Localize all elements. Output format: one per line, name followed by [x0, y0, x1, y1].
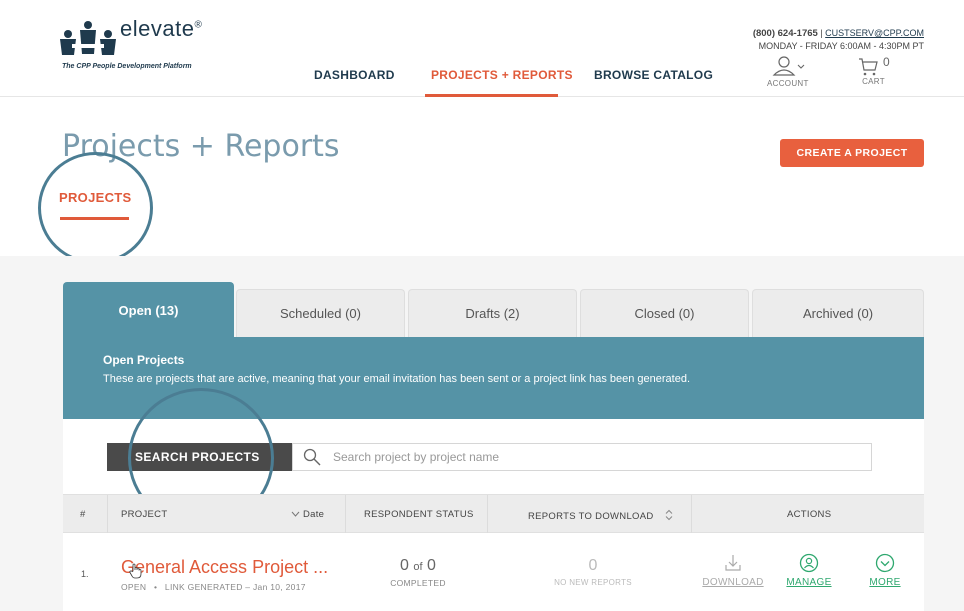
logo-wordmark: elevate®: [120, 16, 203, 41]
col-project[interactable]: PROJECT: [121, 509, 167, 520]
respondent-status: 0 of 0 COMPLETED: [368, 557, 468, 588]
tab-drafts[interactable]: Drafts (2): [408, 289, 577, 337]
contact-separator: |: [820, 28, 823, 38]
download-action[interactable]: DOWNLOAD: [699, 553, 767, 588]
cart-button[interactable]: 0 CART: [857, 55, 890, 86]
reports-label: REPORTS TO DOWNLOAD: [528, 511, 654, 522]
project-link-info: LINK GENERATED – Jan 10, 2017: [164, 582, 306, 592]
completed-count: 0: [400, 557, 409, 574]
hand-cursor-icon: [129, 563, 142, 579]
no-new-reports-label: NO NEW REPORTS: [554, 578, 632, 587]
reports-count: 0: [588, 557, 598, 574]
reports-status: 0 NO NEW REPORTS: [533, 557, 653, 587]
table-header: # PROJECT Date RESPONDENT STATUS REPORTS…: [63, 494, 924, 534]
search-field[interactable]: [292, 443, 872, 471]
people-logo-icon: [60, 21, 116, 55]
logo-tagline: The CPP People Development Platform: [62, 63, 192, 70]
manage-label: MANAGE: [786, 577, 832, 588]
cart-label: CART: [862, 77, 885, 86]
tab-open[interactable]: Open (13): [63, 282, 234, 337]
col-divider: [691, 495, 692, 534]
total-count: 0: [427, 557, 436, 574]
support-email-link[interactable]: CUSTSERV@CPP.COM: [825, 28, 924, 38]
date-label: Date: [303, 509, 325, 520]
col-actions: ACTIONS: [787, 509, 832, 520]
chevron-down-circle-icon: [875, 553, 895, 573]
support-hours: MONDAY - FRIDAY 6:00AM - 4:30PM PT: [758, 41, 924, 51]
col-divider: [107, 495, 108, 534]
cart-count: 0: [883, 55, 890, 69]
cart-icon: [859, 58, 878, 76]
highlight-circle: [38, 152, 153, 264]
account-menu[interactable]: ACCOUNT: [767, 55, 809, 88]
tab-archived[interactable]: Archived (0): [752, 289, 924, 337]
search-input[interactable]: [333, 448, 853, 466]
contact-info: (800) 624-1765 | CUSTSERV@CPP.COM MONDAY…: [753, 27, 924, 52]
nav-active-indicator: [425, 94, 558, 97]
col-number: #: [80, 509, 86, 520]
row-number: 1.: [81, 569, 89, 579]
table-row: 1. General Access Project ... OPEN • LIN…: [63, 533, 924, 611]
nav-projects-reports[interactable]: PROJECTS + REPORTS: [431, 68, 573, 82]
user-icon: [772, 56, 805, 76]
meta-separator: •: [153, 582, 158, 592]
manage-action[interactable]: MANAGE: [778, 553, 840, 588]
manage-user-icon: [799, 553, 819, 573]
chevron-down-icon: [291, 511, 300, 517]
banner-description: These are projects that are active, mean…: [103, 373, 691, 385]
nav-browse-catalog[interactable]: BROWSE CATALOG: [594, 68, 713, 82]
col-reports-to-download[interactable]: REPORTS TO DOWNLOAD: [528, 509, 674, 522]
tab-scheduled[interactable]: Scheduled (0): [236, 289, 405, 337]
phone-number: (800) 624-1765: [752, 28, 818, 39]
create-project-button[interactable]: CREATE A PROJECT: [780, 139, 924, 167]
top-header: elevate® The CPP People Development Plat…: [0, 0, 964, 97]
project-meta: OPEN • LINK GENERATED – Jan 10, 2017: [121, 582, 306, 592]
col-date-sort[interactable]: Date: [291, 509, 324, 520]
search-icon: [303, 448, 321, 466]
download-label: DOWNLOAD: [702, 577, 764, 588]
completed-label: COMPLETED: [390, 578, 446, 588]
col-divider: [487, 495, 488, 534]
banner-title: Open Projects: [103, 353, 185, 367]
download-icon: [725, 555, 741, 571]
col-divider: [345, 495, 346, 534]
project-name-link[interactable]: General Access Project ...: [121, 557, 328, 578]
more-action[interactable]: MORE: [855, 553, 915, 588]
of-text: of: [413, 561, 423, 573]
account-label: ACCOUNT: [767, 79, 809, 88]
col-respondent-status: RESPONDENT STATUS: [364, 509, 474, 520]
elevate-logo[interactable]: elevate® The CPP People Development Plat…: [58, 14, 238, 74]
project-status: OPEN: [121, 582, 147, 592]
tab-closed[interactable]: Closed (0): [580, 289, 749, 337]
sort-icon: [666, 509, 673, 521]
more-label: MORE: [869, 577, 901, 588]
nav-dashboard[interactable]: DASHBOARD: [314, 68, 395, 82]
